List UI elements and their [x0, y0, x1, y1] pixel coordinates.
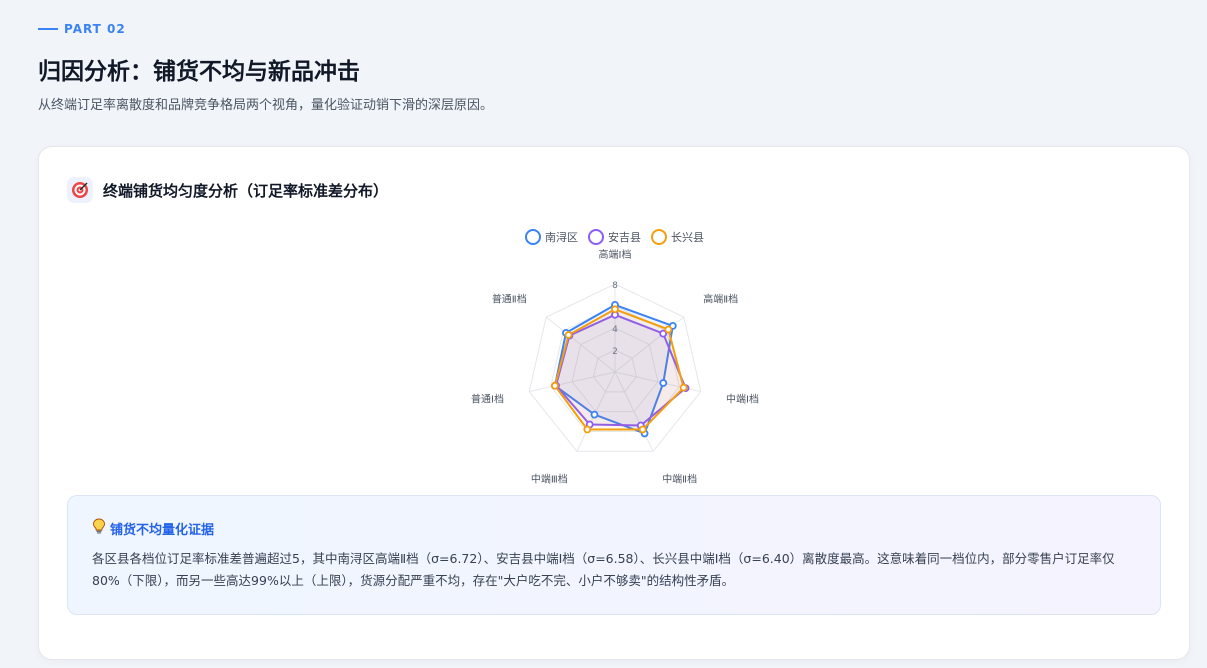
series-point-2-5 — [551, 381, 559, 390]
insight-box: 铺货不均量化证据 各区县各档位订足率标准差普遍超过5，其中南浔区高端Ⅱ档（σ=6… — [67, 495, 1161, 615]
series-point-2-4 — [583, 425, 592, 434]
axis-label-3: 中端Ⅱ档 — [662, 472, 697, 485]
page-subtitle: 从终端订足率离散度和品牌竞争格局两个视角，量化验证动销下滑的深层原因。 — [38, 98, 494, 113]
series-point-2-1 — [664, 325, 673, 334]
axis-label-4: 中端Ⅲ档 — [531, 472, 568, 485]
radar-chart: 248高端Ⅰ档高端Ⅱ档中端Ⅰ档中端Ⅱ档中端Ⅲ档普通Ⅰ档普通Ⅱ档 — [471, 248, 759, 485]
series-point-0-2 — [659, 379, 668, 387]
series-point-2-3 — [638, 425, 647, 434]
series-point-0-4 — [590, 410, 599, 419]
axis-label-5: 普通Ⅰ档 — [471, 392, 504, 405]
section-tag: PART 02 — [38, 22, 126, 36]
axis-label-2: 中端Ⅰ档 — [726, 392, 759, 405]
series-point-2-6 — [564, 331, 573, 339]
axis-label-1: 高端Ⅱ档 — [703, 292, 738, 305]
tag-dash — [38, 28, 58, 30]
analysis-card: 终端铺货均匀度分析（订足率标准差分布） 南浔区 安吉县 长兴县 2 4 8 高端Ⅰ档 高端Ⅱ… — [38, 146, 1190, 660]
axis-label-0: 高端Ⅰ档 — [599, 248, 632, 261]
series-point-2-2 — [679, 383, 688, 392]
page-title: 归因分析：铺货不均与新品冲击 — [38, 59, 360, 85]
insight-title: 铺货不均量化证据 — [110, 522, 215, 538]
insight-header: 铺货不均量化证据 — [92, 518, 214, 538]
lightbulb-icon — [92, 518, 106, 538]
part-label: PART 02 — [64, 22, 126, 36]
insight-text: 各区县各档位订足率标准差普遍超过5，其中南浔区高端Ⅱ档（σ=6.72）、安吉县中… — [92, 551, 1115, 588]
series-point-2-0 — [611, 305, 619, 314]
axis-label-6: 普通Ⅱ档 — [492, 292, 527, 305]
tick-label-2: 8 — [612, 281, 618, 291]
